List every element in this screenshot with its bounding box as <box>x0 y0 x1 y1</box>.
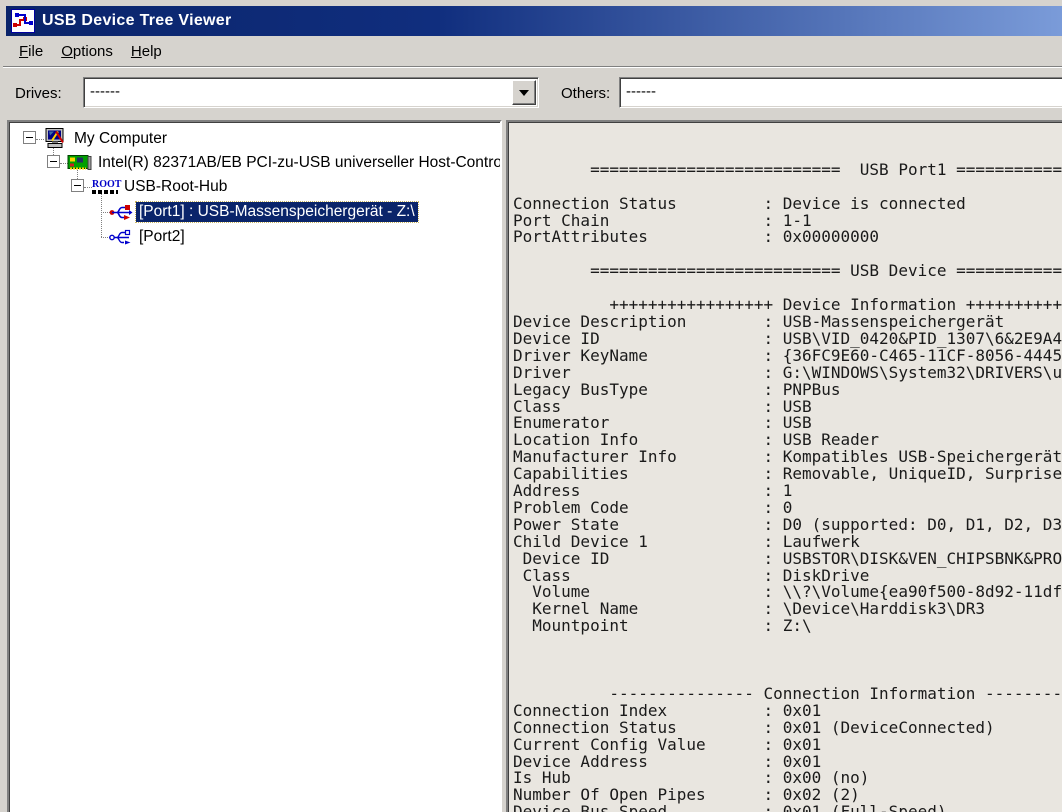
menu-file[interactable]: File <box>10 40 52 63</box>
chevron-down-icon <box>519 90 529 96</box>
my-computer-icon <box>43 128 67 151</box>
usb-port-empty-icon <box>109 229 133 246</box>
menu-options[interactable]: Options <box>52 40 122 63</box>
menu-help[interactable]: Help <box>122 40 171 63</box>
tree-label-port2[interactable]: [Port2] <box>136 227 188 247</box>
app-usb-tree-icon <box>11 9 35 33</box>
drives-label: Drives: <box>15 68 62 118</box>
collapse-toggle-icon[interactable] <box>47 155 60 168</box>
tree-row-port2[interactable]: [Port2] <box>9 225 502 249</box>
tree-label-host-controller[interactable]: Intel(R) 82371AB/EB PCI-zu-USB universel… <box>95 153 502 173</box>
device-info-text: ========================== USB Port1 ===… <box>508 122 1062 812</box>
tree-label-my-computer[interactable]: My Computer <box>71 129 170 149</box>
tree-row-port1[interactable]: [Port1] : USB-Massenspeichergerät - Z:\ <box>9 200 502 224</box>
tree-label-root-hub[interactable]: USB-Root-Hub <box>121 177 230 197</box>
tree-row-my-computer[interactable]: My Computer <box>9 127 502 151</box>
app-window: USB Device Tree Viewer File Options Help… <box>0 0 1062 812</box>
others-label: Others: <box>561 68 610 118</box>
title-bar[interactable]: USB Device Tree Viewer <box>6 6 1062 36</box>
drives-dropdown-button[interactable] <box>512 80 536 105</box>
device-tree-panel[interactable]: My Computer Intel(R) 82371AB/EB PCI-zu-U… <box>7 120 502 812</box>
app-viewport: USB Device Tree Viewer File Options Help… <box>0 0 1062 812</box>
collapse-toggle-icon[interactable] <box>71 179 84 192</box>
menu-bar: File Options Help <box>6 37 1062 65</box>
others-combobox[interactable]: ------ <box>619 77 1062 108</box>
tree-row-host-controller[interactable]: Intel(R) 82371AB/EB PCI-zu-USB universel… <box>9 151 502 175</box>
toolbar: Drives: ------ Others: ------ <box>3 68 1062 118</box>
drives-combobox-value: ------ <box>90 83 120 100</box>
tree-row-root-hub[interactable]: ROOT USB-Root-Hub <box>9 175 502 199</box>
usb-device-icon <box>109 204 133 221</box>
pci-controller-icon <box>67 155 92 172</box>
collapse-toggle-icon[interactable] <box>23 131 36 144</box>
device-tree: My Computer Intel(R) 82371AB/EB PCI-zu-U… <box>9 122 502 812</box>
drives-combobox[interactable]: ------ <box>83 77 539 108</box>
tree-label-port1[interactable]: [Port1] : USB-Massenspeichergerät - Z:\ <box>136 202 418 222</box>
usb-root-hub-icon: ROOT <box>92 180 122 194</box>
window-title: USB Device Tree Viewer <box>42 12 232 30</box>
device-info-panel[interactable]: ========================== USB Port1 ===… <box>506 120 1062 812</box>
others-combobox-value: ------ <box>626 83 656 100</box>
